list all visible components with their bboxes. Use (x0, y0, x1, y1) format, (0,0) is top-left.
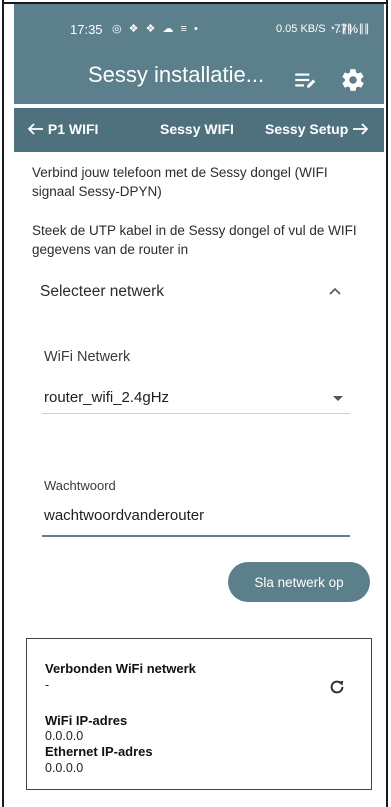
connection-status-card: Verbonden WiFi netwerk - WiFi IP-adres 0… (26, 638, 372, 790)
tab-back-label: P1 WIFI (47, 121, 99, 137)
dropdown-arrow-icon[interactable] (333, 396, 343, 401)
chevron-up-icon[interactable] (327, 285, 343, 299)
step-tab-bar: P1 WIFI Sessy WIFI Sessy Setup (14, 108, 384, 152)
screenshot-frame: 17:35 ◎ ❖ ❖ ☁ ≡ • 0.05 KB/S ◔ .∥∥ .∥∥ 77… (0, 0, 391, 807)
arrow-left-icon (27, 123, 43, 135)
app-bar: Sessy installatie... (14, 54, 384, 104)
connected-wifi-label: Verbonden WiFi netwerk (45, 661, 196, 676)
refresh-icon[interactable] (327, 677, 347, 697)
settings-gear-icon[interactable] (340, 67, 366, 93)
intro-cable-text: Steek de UTP kabel in de Sessy dongel of… (32, 223, 357, 257)
battery-level: 77% (334, 22, 359, 36)
ethernet-ip-label: Ethernet IP-adres (45, 744, 153, 759)
status-bar: 17:35 ◎ ❖ ❖ ☁ ≡ • 0.05 KB/S ◔ .∥∥ .∥∥ 77… (14, 4, 384, 54)
notification-icons: ◎ ❖ ❖ ☁ ≡ • (112, 23, 200, 35)
app-screen: 17:35 ◎ ❖ ❖ ☁ ≡ • 0.05 KB/S ◔ .∥∥ .∥∥ 77… (14, 4, 384, 800)
tab-next-sessy-setup[interactable]: Sessy Setup (265, 121, 369, 137)
password-label: Wachtwoord (44, 478, 116, 493)
section-select-network[interactable]: Selecteer netwerk (40, 283, 164, 301)
connected-wifi-value: - (45, 678, 50, 692)
wifi-ip-label: WiFi IP-adres (45, 713, 128, 728)
sort-edit-icon[interactable] (292, 67, 318, 93)
wifi-network-dropdown[interactable]: router_wifi_2.4gHz (44, 389, 169, 406)
frame-border-right (386, 0, 388, 807)
password-underline (42, 535, 350, 537)
save-network-button[interactable]: Sla netwerk op (228, 562, 370, 602)
tab-current-label: Sessy WIFI (160, 121, 234, 137)
status-time: 17:35 (70, 22, 103, 37)
tab-current-sessy-wifi[interactable]: Sessy WIFI (160, 121, 234, 137)
wifi-ip-value: 0.0.0.0 (45, 729, 84, 743)
arrow-right-icon (353, 123, 369, 135)
tab-back-p1-wifi[interactable]: P1 WIFI (27, 121, 99, 137)
page-title: Sessy installatie... (88, 62, 265, 87)
wifi-network-underline (42, 413, 350, 414)
wifi-network-label: WiFi Netwerk (44, 349, 131, 365)
ethernet-ip-value: 0.0.0.0 (45, 761, 84, 775)
tab-next-label: Sessy Setup (265, 121, 349, 137)
frame-border-left (2, 0, 4, 807)
password-input[interactable]: wachtwoordvanderouter (44, 507, 204, 524)
intro-connect-text: Verbind jouw telefoon met de Sessy donge… (32, 165, 328, 199)
